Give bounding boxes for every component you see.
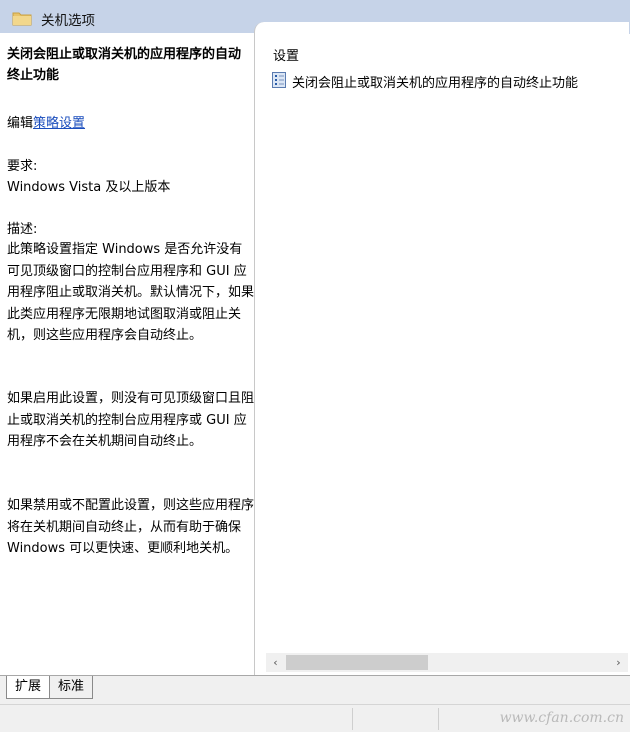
- setting-row[interactable]: 关闭会阻止或取消关机的应用程序的自动终止功能: [272, 70, 626, 92]
- settings-pane: [254, 22, 629, 675]
- header-title: 关机选项: [41, 13, 95, 29]
- tab-extended[interactable]: 扩展: [6, 676, 51, 699]
- description-paragraph: 如果启用此设置，则没有可见顶级窗口且阻止或取消关机的控制台应用程序或 GUI 应…: [7, 391, 255, 449]
- requirements-value: Windows Vista 及以上版本: [7, 180, 171, 195]
- scroll-right-icon[interactable]: ›: [609, 653, 628, 672]
- policy-setting-icon: [272, 72, 286, 88]
- requirements-label: 要求:: [7, 159, 38, 174]
- status-bar: www.cfan.com.cn: [0, 704, 630, 732]
- edit-line: 编辑策略设置: [7, 114, 85, 133]
- watermark: www.cfan.com.cn: [499, 710, 624, 726]
- description-label: 描述:: [7, 222, 38, 237]
- status-divider: [352, 708, 353, 730]
- status-divider: [438, 708, 439, 730]
- policy-settings-link[interactable]: 策略设置: [33, 116, 85, 131]
- tab-standard[interactable]: 标准: [49, 676, 94, 699]
- description-paragraph: 此策略设置指定 Windows 是否允许没有可见顶级窗口的控制台应用程序和 GU…: [7, 242, 255, 343]
- view-tab-strip: 扩展 标准: [0, 675, 630, 705]
- description-paragraph: 如果禁用或不配置此设置，则这些应用程序将在关机期间自动终止，从而有助于确保 Wi…: [7, 498, 255, 556]
- setting-label: 关闭会阻止或取消关机的应用程序的自动终止功能: [292, 76, 579, 91]
- scrollbar-thumb[interactable]: [286, 655, 428, 670]
- settings-column-header[interactable]: 设置: [273, 45, 299, 64]
- policy-title: 关闭会阻止或取消关机的应用程序的自动终止功能: [7, 47, 242, 83]
- edit-prefix: 编辑: [7, 116, 34, 131]
- scroll-left-icon[interactable]: ‹: [266, 653, 285, 672]
- horizontal-scrollbar[interactable]: ‹ ›: [266, 653, 628, 672]
- folder-icon: [12, 12, 32, 26]
